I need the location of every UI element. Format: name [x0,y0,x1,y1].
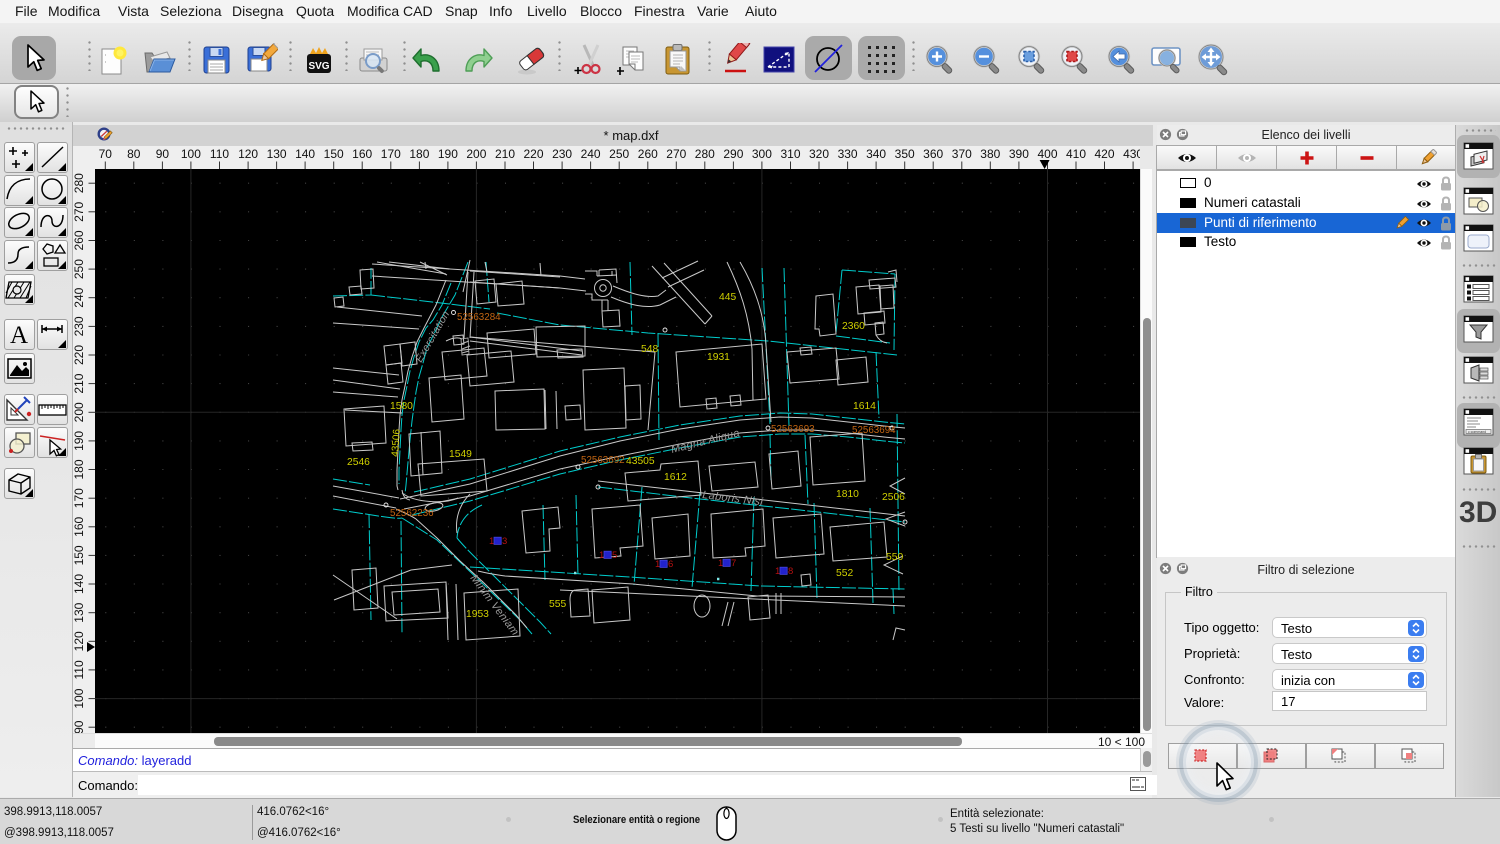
svg-text:240: 240 [581,147,601,161]
svg-text:555: 555 [549,599,566,610]
svg-text:7: 7 [731,558,736,569]
svg-text:100: 100 [73,688,86,708]
svg-text:230: 230 [552,147,572,161]
svg-text:120: 120 [238,147,258,161]
svg-text:340: 340 [866,147,886,161]
svg-text:370: 370 [952,147,972,161]
svg-text:52563692: 52563692 [581,455,625,466]
svg-text:110: 110 [73,660,86,679]
svg-text:140: 140 [295,147,315,161]
svg-text:210: 210 [73,373,86,393]
svg-text:400: 400 [1037,147,1057,161]
svg-text:410: 410 [1066,147,1086,161]
svg-text:52563693: 52563693 [771,424,815,435]
svg-text:240: 240 [73,287,86,307]
svg-text:190: 190 [73,431,86,451]
svg-text:250: 250 [73,259,86,279]
svg-text:70: 70 [99,147,113,161]
svg-text:390: 390 [1009,147,1029,161]
svg-text:150: 150 [324,147,344,161]
svg-text:320: 320 [809,147,829,161]
svg-text:6: 6 [668,559,673,570]
svg-text:445: 445 [719,292,736,303]
svg-text:43506: 43506 [390,428,403,457]
svg-text:170: 170 [381,147,401,161]
svg-text:552: 552 [836,568,853,579]
svg-text:200: 200 [466,147,486,161]
svg-text:5: 5 [612,550,617,561]
svg-text:52563694: 52563694 [852,425,896,436]
svg-text:c:command: c:command [1468,430,1486,434]
svg-text:280: 280 [695,147,715,161]
svg-text:160: 160 [73,516,86,536]
svg-text:350: 350 [895,147,915,161]
svg-text:550: 550 [886,552,903,563]
svg-text:380: 380 [980,147,1000,161]
svg-text:2546: 2546 [347,457,370,468]
svg-text:100: 100 [181,147,201,161]
svg-text:420: 420 [1094,147,1114,161]
svg-text:160: 160 [352,147,372,161]
svg-text:1580: 1580 [390,401,413,412]
svg-text:1549: 1549 [449,449,472,460]
svg-text:43505: 43505 [626,456,655,467]
svg-text:230: 230 [73,316,86,336]
svg-text:170: 170 [73,488,86,508]
svg-text:190: 190 [438,147,458,161]
svg-text:180: 180 [409,147,429,161]
svg-text:330: 330 [838,147,858,161]
svg-text:80: 80 [127,147,141,161]
svg-text:300: 300 [752,147,772,161]
svg-text:1612: 1612 [664,472,687,483]
svg-text:548: 548 [641,344,658,355]
svg-text:A: A [10,322,28,349]
svg-text:110: 110 [210,147,229,161]
svg-text:52563284: 52563284 [457,312,501,323]
svg-text:180: 180 [73,459,86,479]
svg-text:220: 220 [523,147,543,161]
svg-text:90: 90 [73,720,86,733]
svg-text:140: 140 [73,574,86,594]
svg-text:120: 120 [73,631,86,651]
svg-text:150: 150 [73,545,86,565]
svg-text:260: 260 [638,147,658,161]
svg-text:270: 270 [73,201,86,221]
svg-text:260: 260 [73,230,86,250]
svg-text:1931: 1931 [707,352,730,363]
svg-text:210: 210 [495,147,515,161]
svg-text:430: 430 [1123,147,1140,161]
svg-text:310: 310 [780,147,800,161]
svg-text:3: 3 [502,536,507,547]
svg-text:2360: 2360 [842,321,865,332]
svg-text:130: 130 [267,147,287,161]
svg-text:280: 280 [73,173,86,193]
svg-text:52562236: 52562236 [390,508,434,519]
svg-text:2506: 2506 [882,492,905,503]
svg-text:90: 90 [156,147,170,161]
svg-text:220: 220 [73,345,86,365]
svg-text:8: 8 [788,566,793,577]
svg-text:250: 250 [609,147,629,161]
svg-text:SVG: SVG [308,61,329,72]
svg-text:360: 360 [923,147,943,161]
svg-text:130: 130 [73,602,86,622]
svg-text:270: 270 [666,147,686,161]
svg-text:1614: 1614 [853,401,876,412]
svg-text:1953: 1953 [466,609,489,620]
svg-text:1810: 1810 [836,489,859,500]
svg-text:200: 200 [73,402,86,422]
svg-text:290: 290 [723,147,743,161]
